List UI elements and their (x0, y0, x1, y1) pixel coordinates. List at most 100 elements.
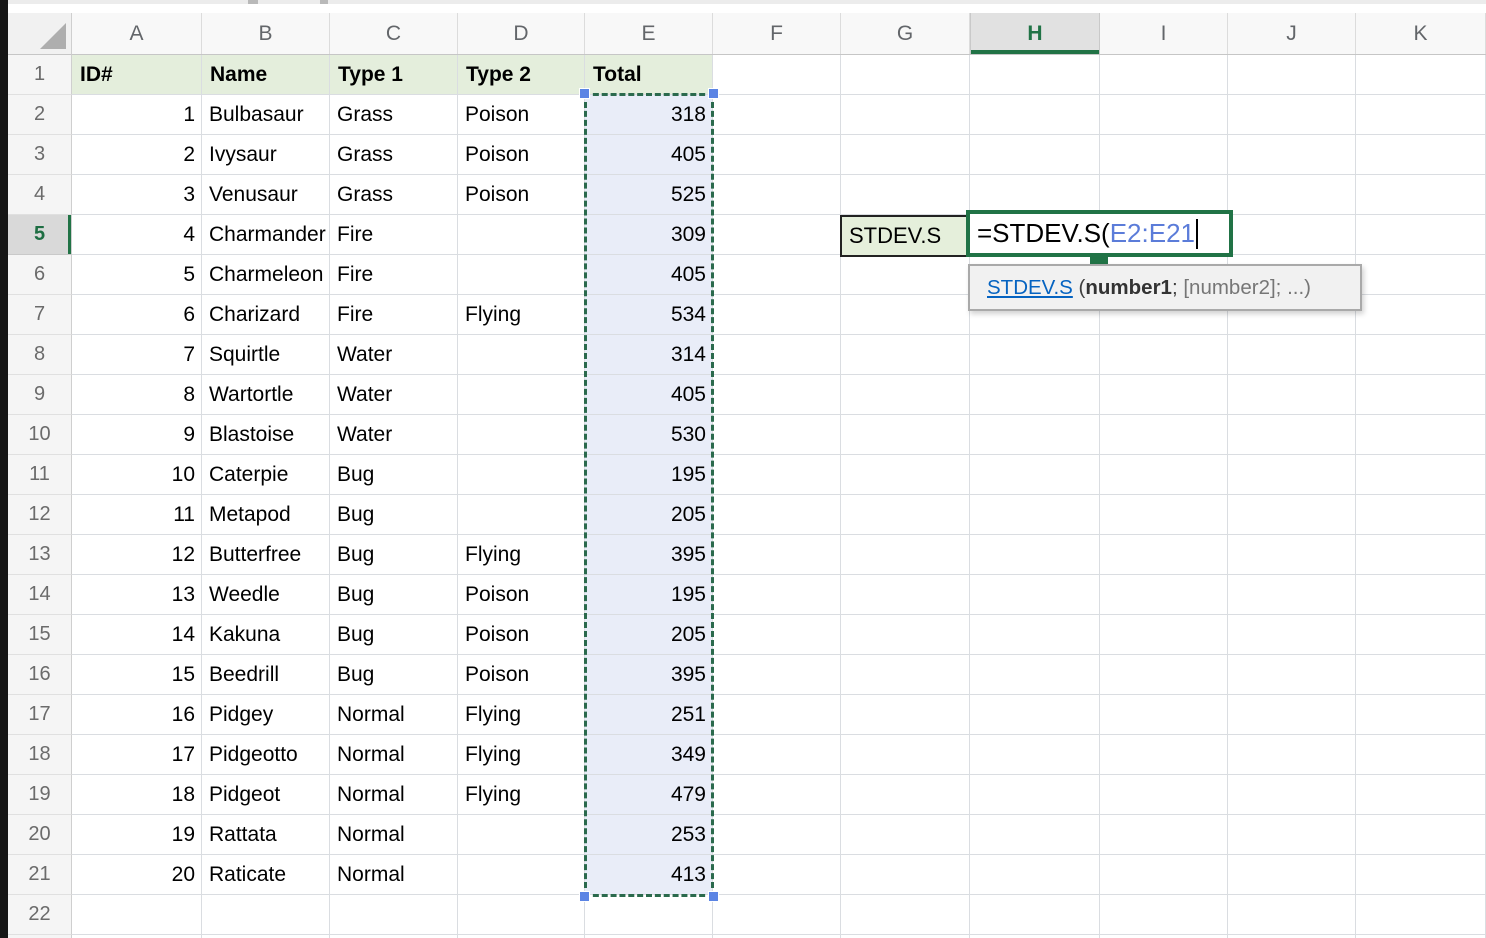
cell-C18[interactable]: Normal (330, 735, 458, 775)
cell-G3[interactable] (841, 135, 970, 175)
cell-E9[interactable]: 405 (585, 375, 713, 415)
cell-E14[interactable]: 195 (585, 575, 713, 615)
select-all-button[interactable] (8, 13, 72, 55)
cell-F16[interactable] (713, 655, 841, 695)
cell-J22[interactable] (1228, 895, 1356, 935)
cell-A3[interactable]: 2 (72, 135, 202, 175)
cell-D13[interactable]: Flying (458, 535, 585, 575)
cell-K22[interactable] (1356, 895, 1486, 935)
row-header-3[interactable]: 3 (8, 135, 72, 175)
cell-D21[interactable] (458, 855, 585, 895)
cell-H13[interactable] (970, 535, 1100, 575)
cell-G17[interactable] (841, 695, 970, 735)
cell-I3[interactable] (1100, 135, 1228, 175)
cell-B16[interactable]: Beedrill (202, 655, 330, 695)
cell-F14[interactable] (713, 575, 841, 615)
cell-E21[interactable]: 413 (585, 855, 713, 895)
cell-F20[interactable] (713, 815, 841, 855)
cell-D15[interactable]: Poison (458, 615, 585, 655)
cell-E18[interactable]: 349 (585, 735, 713, 775)
cell-I14[interactable] (1100, 575, 1228, 615)
cell-K5[interactable] (1356, 215, 1486, 255)
cell-A9[interactable]: 8 (72, 375, 202, 415)
cell-A1[interactable]: ID# (72, 55, 202, 95)
row-header-11[interactable]: 11 (8, 455, 72, 495)
column-header-H[interactable]: H (970, 13, 1100, 54)
cell-K1[interactable] (1356, 55, 1486, 95)
cell-B7[interactable]: Charizard (202, 295, 330, 335)
cell-F22[interactable] (713, 895, 841, 935)
cell-C4[interactable]: Grass (330, 175, 458, 215)
cell-H20[interactable] (970, 815, 1100, 855)
cell-H11[interactable] (970, 455, 1100, 495)
cell-C12[interactable]: Bug (330, 495, 458, 535)
cell-K16[interactable] (1356, 655, 1486, 695)
cell-J17[interactable] (1228, 695, 1356, 735)
cell-E6[interactable]: 405 (585, 255, 713, 295)
cell-C16[interactable]: Bug (330, 655, 458, 695)
cell-J12[interactable] (1228, 495, 1356, 535)
cell-E20[interactable]: 253 (585, 815, 713, 855)
row-header-4[interactable]: 4 (8, 175, 72, 215)
cell-J5[interactable] (1228, 215, 1356, 255)
cell-A14[interactable]: 13 (72, 575, 202, 615)
cell-F19[interactable] (713, 775, 841, 815)
cell-D1[interactable]: Type 2 (458, 55, 585, 95)
row-header-15[interactable]: 15 (8, 615, 72, 655)
cell-B11[interactable]: Caterpie (202, 455, 330, 495)
cell-A16[interactable]: 15 (72, 655, 202, 695)
cell-I4[interactable] (1100, 175, 1228, 215)
row-header-7[interactable]: 7 (8, 295, 72, 335)
cell-K7[interactable] (1356, 295, 1486, 335)
cell-G9[interactable] (841, 375, 970, 415)
cell-H21[interactable] (970, 855, 1100, 895)
cell-G19[interactable] (841, 775, 970, 815)
cell-J20[interactable] (1228, 815, 1356, 855)
row-header-6[interactable]: 6 (8, 255, 72, 295)
cell-K15[interactable] (1356, 615, 1486, 655)
cell-D2[interactable]: Poison (458, 95, 585, 135)
cell-G10[interactable] (841, 415, 970, 455)
cell-D10[interactable] (458, 415, 585, 455)
cell-D11[interactable] (458, 455, 585, 495)
row-header-22[interactable]: 22 (8, 895, 72, 935)
cell-D16[interactable]: Poison (458, 655, 585, 695)
cell-E11[interactable]: 195 (585, 455, 713, 495)
column-header-I[interactable]: I (1100, 13, 1228, 54)
cell-K13[interactable] (1356, 535, 1486, 575)
cell-A19[interactable]: 18 (72, 775, 202, 815)
cell-D7[interactable]: Flying (458, 295, 585, 335)
row-header-17[interactable]: 17 (8, 695, 72, 735)
cell-A20[interactable]: 19 (72, 815, 202, 855)
cell-I11[interactable] (1100, 455, 1228, 495)
cell-A2[interactable]: 1 (72, 95, 202, 135)
cell-F6[interactable] (713, 255, 841, 295)
cell-F7[interactable] (713, 295, 841, 335)
cell-I8[interactable] (1100, 335, 1228, 375)
cell-H1[interactable] (970, 55, 1100, 95)
cell-E19[interactable]: 479 (585, 775, 713, 815)
cell-K11[interactable] (1356, 455, 1486, 495)
cell-J2[interactable] (1228, 95, 1356, 135)
cell-G21[interactable] (841, 855, 970, 895)
cell-F5[interactable] (713, 215, 841, 255)
cell-K9[interactable] (1356, 375, 1486, 415)
row-header-19[interactable]: 19 (8, 775, 72, 815)
cell-C9[interactable]: Water (330, 375, 458, 415)
cell-K14[interactable] (1356, 575, 1486, 615)
cell-C22[interactable] (330, 895, 458, 935)
cell-I2[interactable] (1100, 95, 1228, 135)
cell-G2[interactable] (841, 95, 970, 135)
cell-H12[interactable] (970, 495, 1100, 535)
cell-A18[interactable]: 17 (72, 735, 202, 775)
cell-J14[interactable] (1228, 575, 1356, 615)
cell-C7[interactable]: Fire (330, 295, 458, 335)
cell-E16[interactable]: 395 (585, 655, 713, 695)
cell-E22[interactable] (585, 895, 713, 935)
cell-G6[interactable] (841, 255, 970, 295)
cell-G14[interactable] (841, 575, 970, 615)
row-header-12[interactable]: 12 (8, 495, 72, 535)
cell-E8[interactable]: 314 (585, 335, 713, 375)
cell-A17[interactable]: 16 (72, 695, 202, 735)
cell-A4[interactable]: 3 (72, 175, 202, 215)
